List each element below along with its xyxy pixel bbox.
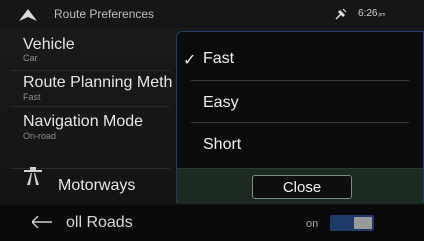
- clock: 6:26pm: [358, 8, 385, 19]
- toll-roads-toggle[interactable]: [330, 215, 374, 231]
- status-bar: Route Preferences 6:26pm: [0, 0, 424, 28]
- toll-roads-state: on: [306, 218, 319, 230]
- gps-satellite-icon: [334, 7, 348, 26]
- motorway-icon: [24, 167, 42, 190]
- route-preferences-screen: Route Preferences 6:26pm Vehicle Car Rou…: [0, 0, 424, 241]
- checkmark-icon: ✓: [183, 52, 197, 69]
- option-label: Easy: [203, 94, 239, 111]
- divider: [10, 106, 170, 107]
- list-item-subtitle: Fast: [23, 92, 41, 102]
- list-item-title: Motorways: [58, 177, 136, 194]
- page-title: Route Preferences: [54, 7, 155, 21]
- option-easy[interactable]: Easy: [177, 82, 423, 124]
- clock-time: 6:26: [358, 8, 378, 19]
- divider: [10, 70, 170, 71]
- back-arrow-icon[interactable]: [31, 215, 52, 233]
- list-item-title: Route Planning Meth: [23, 74, 173, 91]
- option-label: Fast: [203, 50, 235, 67]
- list-item-subtitle: On-road: [23, 131, 57, 141]
- option-label: Short: [203, 136, 242, 153]
- toll-roads-label: oll Roads: [66, 214, 133, 231]
- close-button[interactable]: Close: [252, 175, 352, 199]
- divider: [191, 122, 409, 123]
- divider: [191, 80, 409, 81]
- clock-ampm: pm: [378, 12, 386, 18]
- option-short[interactable]: Short: [177, 124, 423, 166]
- toggle-knob: [354, 217, 372, 229]
- list-item-subtitle: Car: [23, 53, 38, 63]
- route-planning-method-popup: ✓ Fast Easy Short Close: [176, 31, 424, 204]
- option-fast[interactable]: ✓ Fast: [177, 38, 423, 80]
- navigation-arrow-icon: [19, 8, 37, 26]
- list-item-title: Vehicle: [23, 36, 75, 53]
- list-item-title: Navigation Mode: [23, 113, 144, 130]
- popup-footer: Close: [177, 168, 423, 204]
